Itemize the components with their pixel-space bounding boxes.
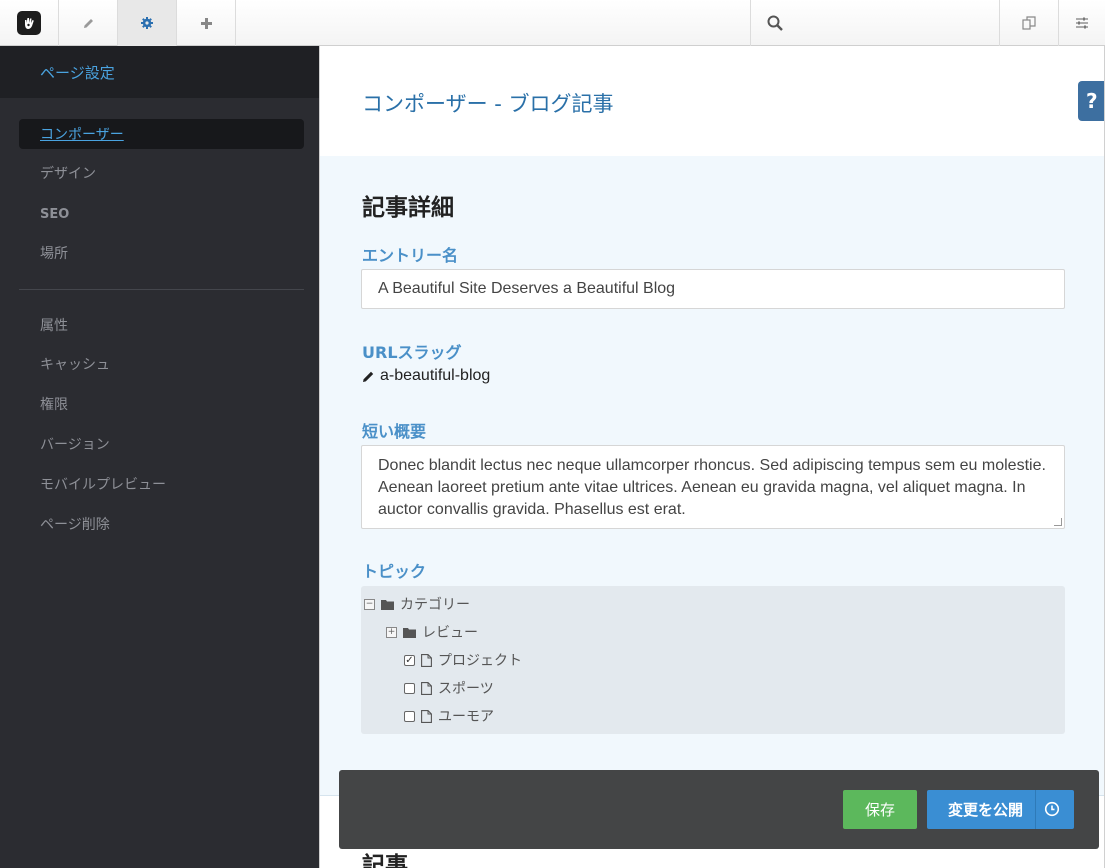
tree-node-label: レビュー [422, 625, 478, 641]
tree-node-sports[interactable]: スポーツ [404, 678, 494, 698]
tree-node-label: スポーツ [438, 681, 494, 697]
checkbox-checked[interactable]: ✓ [404, 654, 415, 666]
page-settings-button[interactable] [118, 0, 177, 46]
folder-icon [403, 627, 416, 638]
tree-node-label: プロジェクト [438, 653, 522, 669]
page-settings-sidebar: ページ設定 コンポーザー デザイン SEO 場所 属性 キャッシュ 権限 バージ… [0, 46, 319, 868]
help-button[interactable]: ? [1078, 81, 1104, 121]
tree-node-label: ユーモア [438, 709, 494, 725]
entry-name-label: エントリー名 [362, 246, 459, 265]
sidebar-item-label: デザイン [40, 166, 96, 182]
sidebar-item-cache[interactable]: キャッシュ [19, 349, 304, 379]
sidebar-item-label: キャッシュ [40, 357, 110, 373]
copy-pages-icon [1022, 16, 1036, 30]
folder-icon [381, 599, 394, 610]
sidebar-item-label: バージョン [40, 437, 110, 453]
url-slug-value: a-beautiful-blog [380, 367, 491, 384]
sidebar-item-seo[interactable]: SEO [19, 199, 304, 229]
tree-node-humor[interactable]: ユーモア [404, 706, 494, 726]
resize-handle[interactable] [1054, 518, 1062, 526]
sidebar-item-label: 権限 [40, 397, 68, 413]
clock-icon[interactable] [1044, 801, 1060, 817]
section-title: 記事詳細 [362, 195, 454, 221]
summary-value: Donec blandit lectus nec neque ullamcorp… [378, 457, 1046, 518]
checkbox[interactable] [404, 710, 415, 722]
pencil-icon [82, 17, 95, 30]
checkbox[interactable] [404, 682, 415, 694]
logo-button[interactable] [0, 0, 59, 46]
article-details-form: 記事詳細 エントリー名 A Beautiful Site Deserves a … [320, 156, 1104, 796]
topics-label: トピック [362, 562, 427, 581]
sidebar-item-label: 属性 [40, 318, 68, 334]
add-content-button[interactable] [177, 0, 236, 46]
concrete5-hand-icon [17, 11, 41, 35]
tree-node-category[interactable]: − カテゴリー [364, 594, 470, 614]
sitemap-button[interactable] [1000, 0, 1059, 46]
summary-textarea[interactable]: Donec blandit lectus nec neque ullamcorp… [361, 445, 1065, 529]
entry-name-input[interactable]: A Beautiful Site Deserves a Beautiful Bl… [361, 269, 1065, 309]
publish-button-label: 変更を公開 [948, 801, 1024, 819]
sidebar-item-design[interactable]: デザイン [19, 158, 304, 188]
button-divider [1035, 790, 1036, 829]
summary-label: 短い概要 [362, 422, 427, 441]
publish-button[interactable]: 変更を公開 [927, 790, 1074, 829]
help-icon: ? [1086, 89, 1098, 113]
sidebar-item-mobile-preview[interactable]: モバイルプレビュー [19, 469, 304, 499]
composer-action-bar: 保存 変更を公開 [339, 770, 1099, 849]
file-icon [421, 681, 432, 695]
sidebar-item-label: SEO [40, 206, 70, 222]
edit-button[interactable] [59, 0, 118, 46]
plus-icon [200, 17, 213, 30]
topic-tree: − カテゴリー + レビュー ✓ プロジェクト スポーツ ユーモア [361, 586, 1065, 734]
save-button-label: 保存 [864, 801, 895, 819]
sliders-icon [1075, 16, 1089, 30]
tree-node-project[interactable]: ✓ プロジェクト [404, 650, 522, 670]
sidebar-item-label: コンポーザー [40, 127, 124, 143]
sidebar-item-versions[interactable]: バージョン [19, 429, 304, 459]
section-title-article: 記事 [362, 853, 408, 868]
tree-node-reviews[interactable]: + レビュー [386, 622, 478, 642]
sidebar-item-location[interactable]: 場所 [19, 238, 304, 268]
tree-node-label: カテゴリー [400, 597, 470, 613]
sidebar-item-label: ページ削除 [40, 517, 110, 533]
entry-name-value: A Beautiful Site Deserves a Beautiful Bl… [378, 280, 676, 297]
sidebar-item-label: モバイルプレビュー [40, 477, 166, 493]
page-title: コンポーザー - ブログ記事 [362, 92, 614, 116]
sidebar-item-attributes[interactable]: 属性 [19, 310, 304, 340]
collapse-icon[interactable]: − [364, 598, 375, 610]
expand-icon[interactable]: + [386, 626, 397, 638]
url-slug-editor[interactable]: a-beautiful-blog [362, 367, 490, 385]
save-button[interactable]: 保存 [843, 790, 917, 829]
pencil-icon [362, 370, 375, 383]
gear-icon [140, 16, 154, 30]
sidebar-header: ページ設定 [0, 46, 319, 98]
search-icon [767, 15, 783, 31]
file-icon [421, 653, 432, 667]
sidebar-item-delete-page[interactable]: ページ削除 [19, 509, 304, 539]
file-icon [421, 709, 432, 723]
composer-panel: コンポーザー - ブログ記事 ? 記事詳細 エントリー名 A Beautiful… [319, 46, 1105, 868]
sidebar-item-composer[interactable]: コンポーザー [19, 119, 304, 149]
url-slug-label: URLスラッグ [362, 343, 462, 362]
top-toolbar [0, 0, 1105, 46]
sidebar-item-permissions[interactable]: 権限 [19, 389, 304, 419]
sidebar-title: ページ設定 [40, 63, 115, 82]
dashboard-panel-button[interactable] [1059, 0, 1105, 46]
sidebar-divider [19, 289, 304, 290]
search-button[interactable] [750, 0, 1000, 46]
sidebar-item-label: 場所 [40, 246, 68, 262]
